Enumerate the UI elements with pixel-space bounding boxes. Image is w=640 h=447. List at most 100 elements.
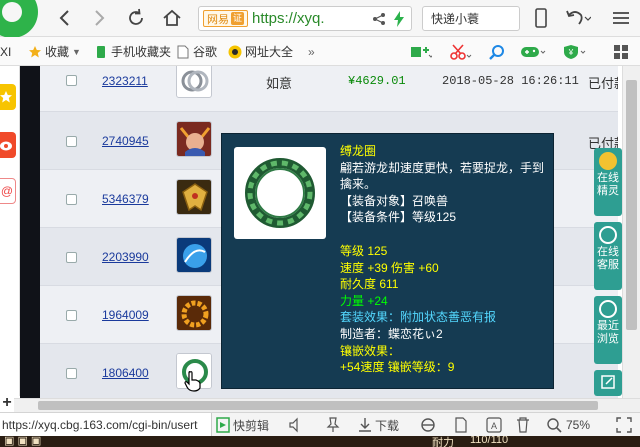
menu-button[interactable] [608,5,634,31]
quick-cut-button[interactable]: 快剪辑 [216,416,269,434]
tooltip-level: 等级 125 [340,243,388,258]
zoom-label: 75% [566,418,591,432]
page-margin-band [20,66,40,398]
forward-button[interactable] [88,5,110,31]
game-taskbar-strip: ▣ ▣ ▣ 耐力 110/110 [0,436,640,447]
row-checkbox[interactable] [66,310,77,321]
weibo-icon[interactable] [0,132,16,158]
row-checkbox[interactable] [66,75,77,86]
tooltip-text: 缚龙圈 翩若游龙却速度更快，若要捉龙，手到擒来。 【装备对象】召唤兽 【装备条件… [340,143,548,376]
item-thumbnail[interactable] [176,66,212,98]
online-service-button[interactable]: 在线客服 [594,222,622,290]
dragon-binding-ring-icon [245,158,315,228]
item-tooltip: 缚龙圈 翩若游龙却速度更快，若要捉龙，手到擒来。 【装备对象】召唤兽 【装备条件… [221,133,554,389]
blue-orb-icon [177,238,211,272]
browser-logo-icon [0,0,38,38]
bookmark-label: 网址大全 [245,45,294,59]
tooltip-target: 【装备对象】召唤兽 [340,193,449,208]
translate-icon[interactable]: A [486,416,502,434]
favorites-star-icon[interactable] [0,84,16,110]
vertical-scrollbar-thumb[interactable] [626,80,637,330]
extension-add-icon[interactable] [408,42,434,62]
vertical-scrollbar[interactable] [622,66,640,398]
tooltip-inlay-title: 镶嵌效果： [340,343,401,358]
gamepad-icon[interactable] [520,42,546,62]
refresh-button[interactable] [124,5,148,31]
bookmark-label: 收藏 [45,45,70,59]
clip-icon [216,417,230,433]
edit-icon [601,375,615,389]
mobile-button[interactable] [530,5,552,31]
row-checkbox[interactable] [66,194,77,205]
bookmark-google[interactable]: 谷歌 [176,43,217,60]
mail-icon[interactable]: @ [0,178,16,204]
home-icon [163,9,181,26]
lightning-icon[interactable] [390,6,408,31]
order-id-link[interactable]: 1806400 [102,366,149,380]
row-checkbox[interactable] [66,368,77,379]
item-thumbnail[interactable] [176,121,212,157]
item-thumbnail[interactable] [176,237,212,273]
back-button[interactable] [54,5,76,31]
phone-bookmark-icon [94,45,108,59]
bookmark-overflow-left[interactable]: XI [0,43,11,60]
item-thumbnail[interactable] [176,295,212,331]
online-service-label: 在线客服 [597,246,619,271]
bookmark-more[interactable]: » [308,43,315,60]
ie-mode-icon[interactable] [420,416,436,434]
download-button[interactable]: 下载 [358,416,399,434]
bookmark-url-directory[interactable]: 网址大全 [228,43,293,60]
horizontal-scrollbar[interactable] [0,398,640,412]
pin-icon[interactable] [326,416,340,434]
directory-logo-icon [228,45,242,59]
tooltip-speed-damage: 速度 +39 伤害 +60 [340,260,439,275]
magnifier-icon[interactable] [484,42,510,62]
status-url: https://xyq.cbg.163.com/cgi-bin/usert [0,413,212,437]
hand-cursor-icon [184,371,201,392]
table-row[interactable]: 2323211 如意 ¥4629.01 2018-05-28 16:26:11 … [40,66,618,112]
order-id-link[interactable]: 5346379 [102,192,149,206]
order-id-link[interactable]: 2323211 [102,74,148,88]
svg-text:¥: ¥ [568,48,574,57]
order-id-link[interactable]: 2203990 [102,250,149,264]
fullscreen-icon[interactable] [616,416,632,434]
row-checkbox[interactable] [66,252,77,263]
feedback-button[interactable] [594,370,622,396]
game-icon: ▣ ▣ ▣ [4,436,42,447]
share-icon[interactable] [370,6,388,31]
horizontal-scrollbar-thumb[interactable] [38,401,598,410]
page-icon [176,45,190,59]
add-icon[interactable]: + [0,395,14,413]
grid-apps-icon[interactable] [608,42,634,62]
url-text[interactable]: https://xyq. [252,10,325,27]
home-button[interactable] [160,5,184,31]
shield-icon[interactable]: ¥ [562,42,588,62]
stamina-label: 耐力 [432,437,454,447]
speaker-icon[interactable] [288,416,304,434]
trash-icon[interactable] [516,416,530,434]
hamburger-menu-icon [613,12,629,24]
order-id-link[interactable]: 1964009 [102,308,149,322]
item-thumbnail[interactable] [176,179,212,215]
back-icon [59,10,69,26]
order-id-link[interactable]: 2740945 [102,134,149,148]
undo-close-button[interactable] [562,5,594,31]
order-time: 2018-05-28 16:26:11 [442,74,579,88]
recent-browse-button[interactable]: 最近浏览 [594,296,622,364]
scissors-icon[interactable] [448,42,474,62]
page-icon[interactable] [454,416,468,434]
item-name: 如意 [266,76,293,91]
zoom-button[interactable]: 75% [546,416,590,434]
row-checkbox[interactable] [66,136,77,147]
search-input[interactable]: 快递小蓑 [422,6,520,31]
online-elf-button[interactable]: 在线精灵 [594,148,622,216]
badge-label: 网易 [207,13,229,26]
star-icon [28,45,42,59]
tooltip-maker: 制造者：蝶恋花ぃ2 [340,326,443,341]
download-icon [359,418,371,432]
quick-cut-label: 快剪辑 [233,418,270,433]
bookmark-favorites[interactable]: 收藏 ▼ [28,43,81,60]
site-verify-badge[interactable]: 网易 证 [203,10,248,27]
bookmark-mobile-favorites[interactable]: 手机收藏夹 [94,43,171,60]
zoom-icon [547,418,562,433]
